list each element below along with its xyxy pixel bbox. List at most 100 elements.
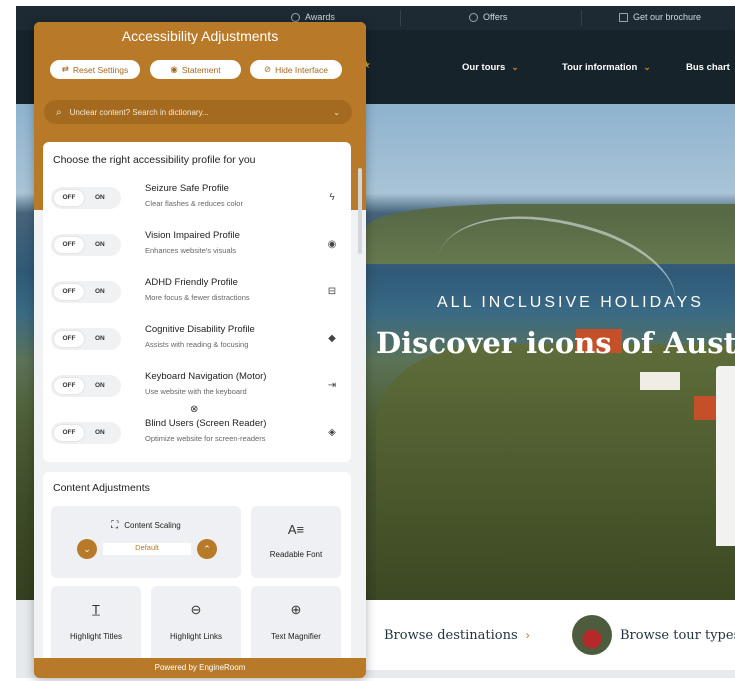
highlight-titles-label: Highlight Titles [69,632,123,641]
profile-toggle[interactable]: OFF ON [51,234,121,256]
accessibility-panel: Accessibility Adjustments ⇄ Reset Setting… [34,22,366,678]
toggle-off: OFF [54,331,84,347]
panel-footer[interactable]: Powered by EngineRoom [34,658,366,678]
statement-button[interactable]: ◉ Statement [150,60,241,79]
profile-toggle[interactable]: OFF ON [51,281,121,303]
award-icon [291,12,300,22]
readable-font-tile[interactable]: A≡ Readable Font [251,506,341,578]
bolt-icon: ϟ [329,192,335,203]
increase-button[interactable]: ⌃ [197,539,217,559]
eye-slash-icon: ⊘ [263,64,272,74]
text-magnifier-tile[interactable]: ⊕ Text Magnifier [251,586,341,666]
content-scaling-tile: ⛶ Content Scaling ⌄ Default ⌃ [51,506,241,578]
awards-label: Awards [305,12,335,22]
profile-name: Blind Users (Screen Reader) [145,418,267,429]
profile-row-seizure-safe: OFF ON Seizure Safe Profile Clear flashes… [47,177,347,219]
toggle-on: ON [95,382,105,389]
offers-link[interactable]: Offers [469,12,507,22]
profile-row-keyboard-navigation: OFF ON Keyboard Navigation (Motor) Use we… [47,365,347,407]
audio-icon: ◈ [328,427,336,438]
text-magnifier-label: Text Magnifier [271,632,321,641]
browse-destinations-label: Browse destinations [384,627,518,643]
nav-bus-charter[interactable]: Bus chart [686,62,730,73]
toggle-off: OFF [54,190,84,206]
eye-icon: ◉ [327,239,337,250]
awards-link[interactable]: Awards [291,12,335,22]
nav-label: Our tours [462,62,506,73]
divider [400,10,401,26]
content-scaling-stepper: ⌄ Default ⌃ [77,539,217,559]
house [640,372,680,390]
toggle-on: ON [95,288,105,295]
readable-font-icon: A≡ [287,522,305,537]
profile-desc: Use website with the keyboard [145,387,247,396]
browse-tour-types-card[interactable]: Browse tour types [546,600,735,670]
chevron-right-icon: › [525,628,530,642]
diamond-icon: ◆ [328,333,336,344]
profile-toggle[interactable]: OFF ON [51,187,121,209]
offers-icon [469,12,478,22]
chevron-down-icon: ⌄ [333,107,340,117]
statement-label: Statement [181,64,221,75]
content-heading: Content Adjustments [53,482,150,494]
hide-interface-button[interactable]: ⊘ Hide Interface [250,60,342,79]
toggle-on: ON [95,429,105,436]
highlight-links-tile[interactable]: ⊖ Highlight Links [151,586,241,666]
profile-toggle[interactable]: OFF ON [51,328,121,350]
focus-frame-icon: ⊟ [327,286,337,297]
dictionary-search[interactable]: ⌕ Unclear content? Search in dictionary.… [44,100,352,124]
profile-desc: Optimize website for screen-readers [145,434,266,443]
browse-tour-types-label: Browse tour types [620,627,735,643]
profile-desc: Assists with reading & focusing [145,340,249,349]
reset-icon: ⇄ [61,64,69,74]
divider [581,10,582,26]
toggle-off: OFF [54,284,84,300]
content-scaling-value: Default [103,543,191,555]
browse-destinations-card[interactable]: Browse destinations › [366,600,562,670]
profile-toggle[interactable]: OFF ON [51,375,121,397]
tour-thumbnail [572,615,612,655]
reset-label: Reset Settings [72,64,129,75]
chevron-down-icon: ⌄ [511,62,519,72]
panel-scrollbar[interactable] [358,168,362,254]
profile-row-adhd-friendly: OFF ON ADHD Friendly Profile More focus &… [47,271,347,313]
profile-toggle[interactable]: OFF ON [51,422,121,444]
decrease-button[interactable]: ⌄ [77,539,97,559]
toggle-off: OFF [54,237,84,253]
nav-label: Bus chart [686,62,730,73]
scale-icon: ⛶ [111,520,119,531]
profile-name: Seizure Safe Profile [145,183,229,194]
nav-our-tours[interactable]: Our tours ⌄ [462,62,519,73]
nav-label: Tour information [562,62,638,73]
brochure-icon [619,12,628,22]
content-adjustments-card: Content Adjustments ⛶ Content Scaling ⌄ D… [43,472,351,678]
statement-icon: ◉ [170,64,178,74]
profile-row-vision-impaired: OFF ON Vision Impaired Profile Enhances w… [47,224,347,266]
highlight-titles-tile[interactable]: T̲ Highlight Titles [51,586,141,666]
link-icon: ⊖ [190,602,202,617]
profile-desc: More focus & fewer distractions [145,293,250,302]
profile-desc: Clear flashes & reduces color [145,199,243,208]
reset-settings-button[interactable]: ⇄ Reset Settings [50,60,140,79]
profile-name: Vision Impaired Profile [145,230,240,241]
content-scaling-title: ⛶ Content Scaling [51,520,241,531]
toggle-on: ON [95,335,105,342]
chevron-down-icon: ⌄ [643,62,651,72]
readable-font-label: Readable Font [269,550,323,559]
brochure-link[interactable]: Get our brochure [619,12,701,22]
toggle-on: ON [95,194,105,201]
lighthouse [716,366,735,546]
hide-label: Hide Interface [275,64,329,75]
search-placeholder: Unclear content? Search in dictionary... [69,107,209,117]
arrow-right-bar-icon: ⇥ [327,380,337,391]
profile-name: Keyboard Navigation (Motor) [145,371,267,382]
magnifier-icon: ⊕ [290,602,302,617]
offers-label: Offers [483,12,508,22]
hero-headline: Discover icons of Austr [376,326,735,360]
nav-tour-information[interactable]: Tour information ⌄ [562,62,651,73]
hill [376,344,735,604]
profile-name: Cognitive Disability Profile [145,324,255,335]
link-cursor-icon: ⊗ [190,404,199,415]
brochure-label: Get our brochure [633,12,702,22]
toggle-off: OFF [54,378,84,394]
